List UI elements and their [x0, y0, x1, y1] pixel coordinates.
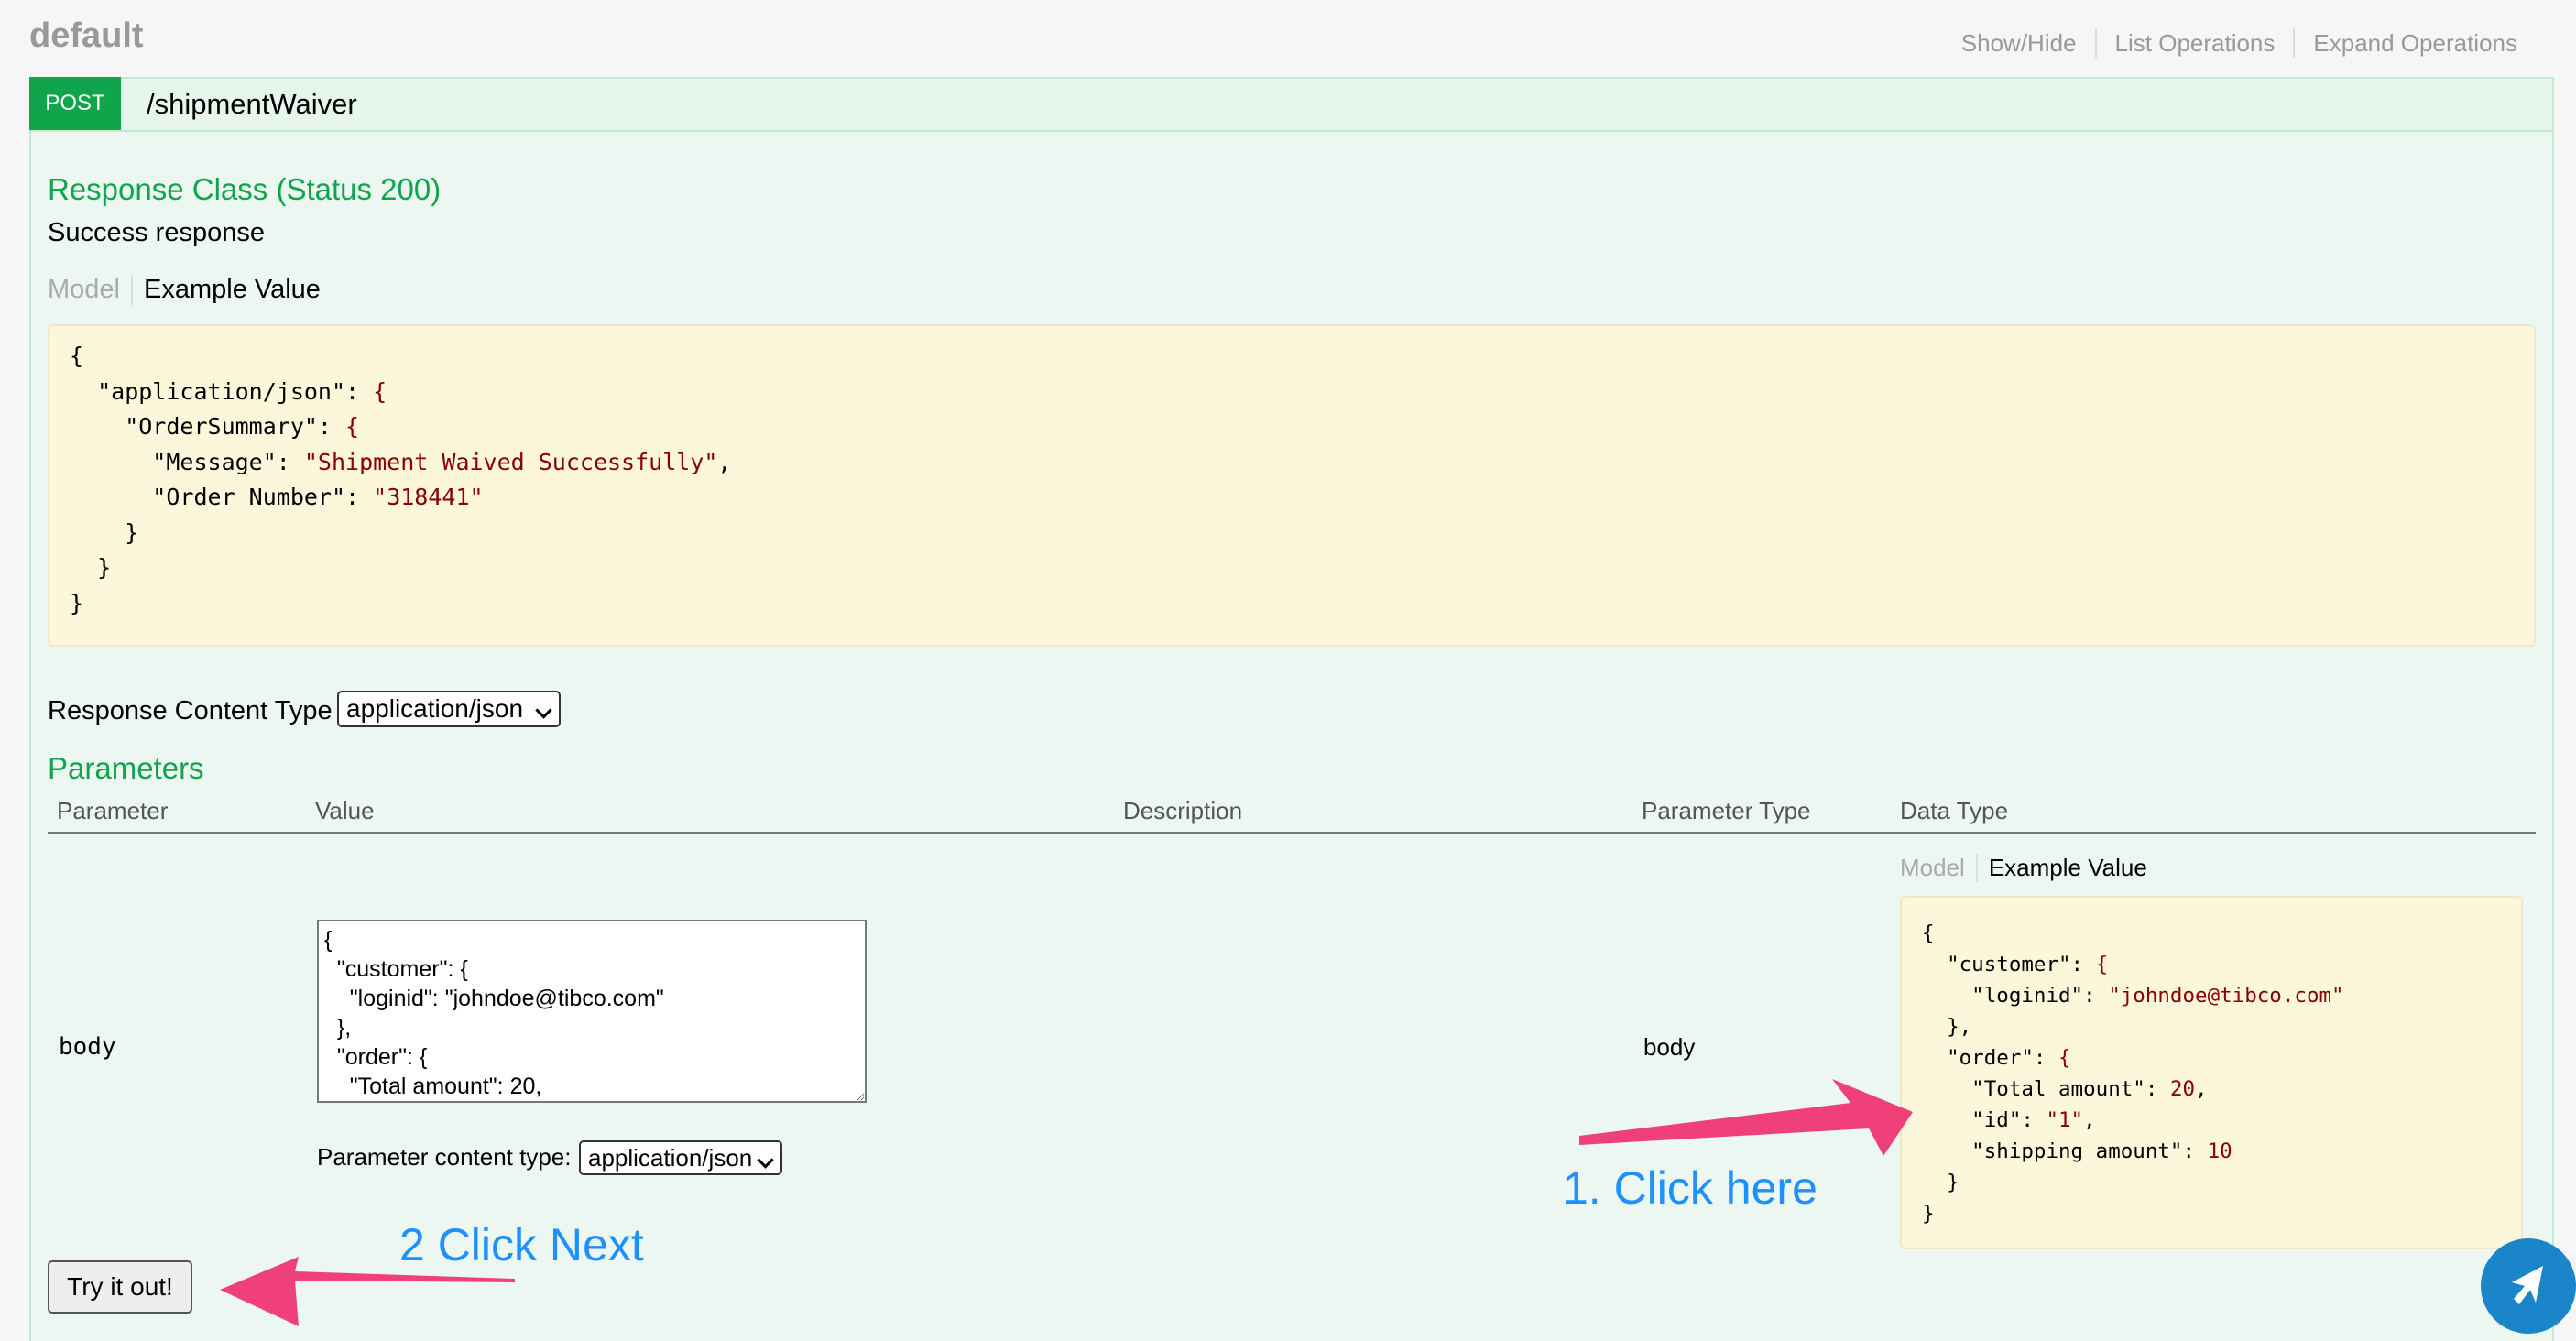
help-bubble-arrow-icon: [2512, 1266, 2543, 1304]
annotation-arrows: [220, 1079, 1913, 1326]
arrow-to-example-value: [1579, 1079, 1913, 1156]
help-button[interactable]: [2481, 1238, 2576, 1334]
arrow-to-try-button: [220, 1257, 515, 1326]
